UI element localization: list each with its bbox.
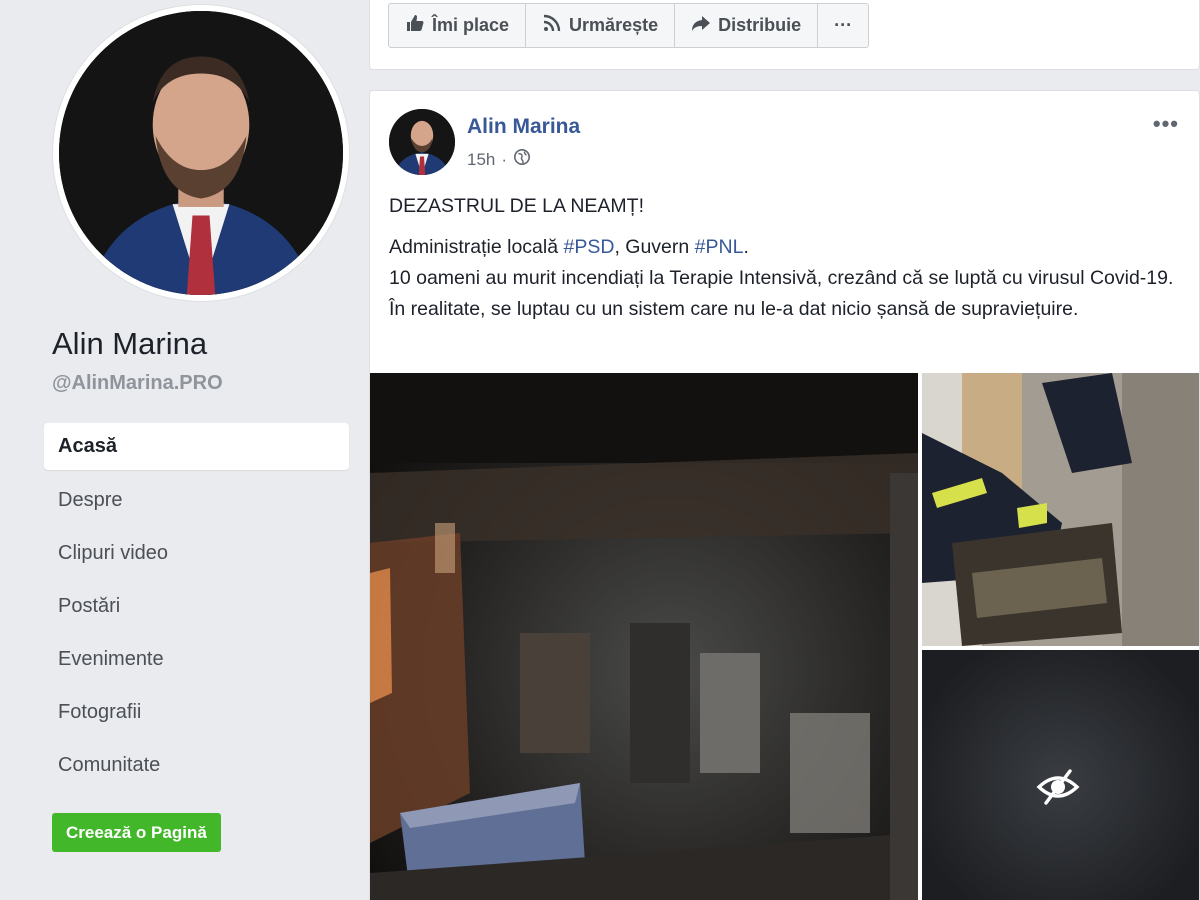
avatar: [59, 11, 343, 295]
post-photo-firefighter[interactable]: [922, 373, 1199, 646]
hashtag-pnl[interactable]: #PNL: [695, 236, 744, 258]
post-photo-grid: [370, 373, 1199, 900]
nav-item-acasa[interactable]: Acasă: [44, 423, 349, 470]
post-text: DEZASTRUL DE LA NEAMȚ! Administrație loc…: [389, 191, 1179, 325]
eye-slash-icon[interactable]: [1036, 765, 1080, 809]
post-body: Administrație locală #PSD, Guvern #PNL. …: [389, 232, 1179, 325]
post-body-text: 10 oameni au murit incendiați la Terapie…: [389, 267, 1174, 320]
post-photo-burned-room[interactable]: [370, 373, 918, 900]
nav-item-evenimente[interactable]: Evenimente: [44, 635, 349, 688]
share-label: Distribuie: [718, 15, 802, 35]
like-label: Îmi place: [432, 15, 510, 35]
post-line-suffix: .: [743, 236, 749, 258]
post-line-prefix: Administrație locală: [389, 236, 564, 258]
page-nav: Acasă Despre Clipuri video Postări Eveni…: [44, 423, 349, 794]
separator-dot: ·: [501, 149, 508, 169]
follow-label: Urmărește: [569, 15, 659, 35]
nav-item-despre[interactable]: Despre: [44, 476, 349, 529]
post-line-mid: , Guvern: [614, 236, 695, 258]
share-button[interactable]: Distribuie: [675, 4, 819, 47]
share-arrow-icon: [691, 13, 711, 38]
more-icon: ···: [834, 15, 853, 35]
profile-picture[interactable]: [53, 5, 349, 301]
nav-item-clipuri-video[interactable]: Clipuri video: [44, 529, 349, 582]
post-time-text[interactable]: 15h: [467, 150, 495, 170]
nav-item-fotografii[interactable]: Fotografii: [44, 688, 349, 741]
post-menu-button[interactable]: •••: [1153, 111, 1179, 137]
post-headline: DEZASTRUL DE LA NEAMȚ!: [389, 195, 644, 217]
globe-icon: [513, 148, 531, 171]
more-options-button[interactable]: ···: [818, 4, 868, 47]
page-sidebar: Alin Marina @AlinMarina.PRO Acasă Despre…: [0, 0, 368, 900]
like-button[interactable]: Îmi place: [389, 4, 527, 47]
hashtag-psd[interactable]: #PSD: [564, 236, 615, 258]
post-author-avatar[interactable]: [389, 109, 455, 175]
post-author-name[interactable]: Alin Marina: [467, 115, 580, 139]
post-card: Alin Marina 15h · ••• DEZASTRUL DE LA NE…: [369, 90, 1200, 900]
nav-item-comunitate[interactable]: Comunitate: [44, 741, 349, 794]
rss-icon: [542, 13, 562, 38]
page-handle: @AlinMarina.PRO: [52, 372, 223, 394]
post-photo-hidden[interactable]: [922, 650, 1199, 900]
page-name[interactable]: Alin Marina: [52, 326, 207, 362]
create-page-button[interactable]: Creează o Pagină: [52, 813, 221, 852]
page-action-bar: Îmi place Urmărește Distribuie ···: [388, 3, 870, 48]
post-timestamp: 15h ·: [467, 148, 531, 171]
thumbs-up-icon: [405, 13, 425, 38]
follow-button[interactable]: Urmărește: [526, 4, 676, 47]
nav-item-postari[interactable]: Postări: [44, 582, 349, 635]
